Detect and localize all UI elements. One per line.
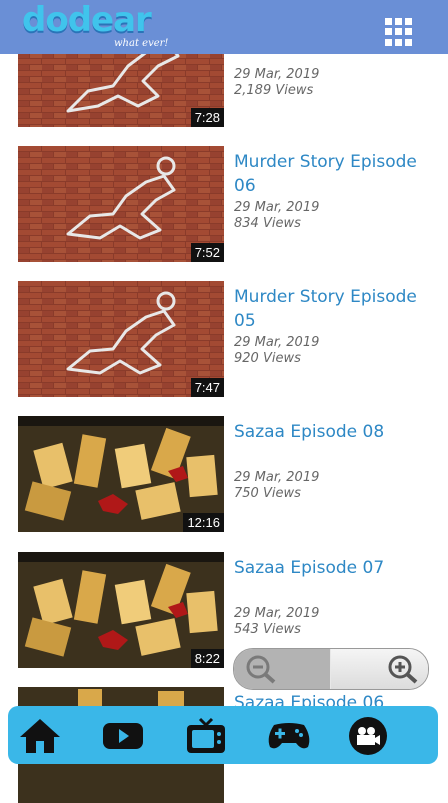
home-icon[interactable] [18, 717, 60, 753]
video-thumbnail[interactable]: 8:22 [18, 552, 224, 668]
youtube-play-icon[interactable] [101, 717, 143, 753]
video-views: 2,189 Views [234, 83, 314, 98]
logo-text: dodear [22, 0, 152, 40]
video-duration: 12:16 [183, 513, 224, 532]
video-date: 29 Mar, 2019 [234, 335, 320, 350]
app-header: dodear what ever! [0, 0, 448, 54]
video-thumbnail[interactable]: 7:47 [18, 281, 224, 397]
video-views: 834 Views [234, 216, 301, 231]
video-views: 920 Views [234, 351, 301, 366]
video-date: 29 Mar, 2019 [234, 606, 320, 621]
video-camera-icon[interactable] [346, 717, 387, 755]
gamepad-icon[interactable] [266, 717, 310, 753]
video-duration: 7:28 [190, 108, 224, 127]
list-item[interactable]: 12:16 Sazaa Episode 08 29 Mar, 2019 750 … [0, 416, 448, 532]
bottom-nav [8, 706, 438, 764]
zoom-out-icon [246, 655, 276, 684]
video-date: 29 Mar, 2019 [234, 67, 320, 82]
video-title[interactable]: Murder Story Episode 06 [234, 150, 434, 198]
logo-tagline: what ever! [114, 38, 169, 49]
tv-icon[interactable] [184, 717, 225, 753]
zoom-control [233, 648, 429, 690]
video-duration: 7:47 [190, 378, 224, 397]
video-duration: 8:22 [190, 649, 224, 668]
zoom-in-button[interactable] [331, 649, 428, 689]
zoom-in-icon [388, 655, 418, 684]
video-thumbnail[interactable]: 7:52 [18, 146, 224, 262]
zoom-out-button[interactable] [234, 649, 330, 689]
video-date: 29 Mar, 2019 [234, 200, 320, 215]
grid-menu-icon[interactable] [385, 18, 413, 46]
video-title[interactable]: Sazaa Episode 08 [234, 420, 434, 444]
video-title[interactable]: Murder Story Episode 05 [234, 285, 434, 333]
video-title[interactable]: Sazaa Episode 07 [234, 556, 434, 580]
video-thumbnail[interactable]: 12:16 [18, 416, 224, 532]
video-date: 29 Mar, 2019 [234, 470, 320, 485]
list-item[interactable]: 7:52 Murder Story Episode 06 29 Mar, 201… [0, 146, 448, 262]
video-duration: 7:52 [190, 243, 224, 262]
video-views: 543 Views [234, 622, 301, 637]
list-item[interactable]: 7:47 Murder Story Episode 05 29 Mar, 201… [0, 281, 448, 397]
video-views: 750 Views [234, 486, 301, 501]
